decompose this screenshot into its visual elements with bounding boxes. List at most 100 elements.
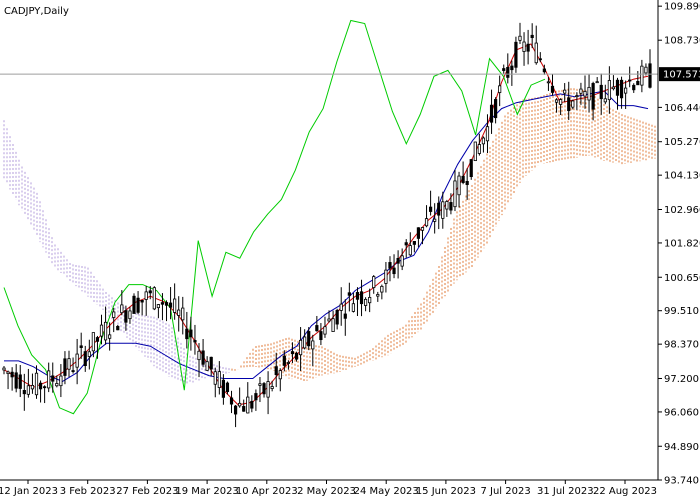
candle-body: [242, 406, 246, 412]
candle-body: [156, 304, 160, 309]
candle-body: [331, 318, 335, 332]
chart-background: [0, 0, 700, 500]
candle-body: [437, 202, 441, 216]
candle-body: [514, 41, 518, 68]
candle-body: [615, 79, 620, 96]
candle-body: [112, 311, 116, 318]
candle-body: [453, 180, 457, 208]
candle-body: [534, 42, 538, 64]
candle-body: [359, 291, 364, 305]
y-tick-label: 100.650: [664, 273, 700, 284]
candle-body: [477, 144, 481, 154]
candle-body: [587, 86, 591, 101]
candle-body: [140, 299, 144, 303]
candle-body: [579, 88, 583, 94]
candle-body: [400, 255, 404, 267]
candle-body: [55, 383, 59, 387]
candle-body: [229, 397, 234, 405]
y-tick-label: 101.820: [664, 238, 700, 249]
candle-body: [225, 382, 230, 393]
y-tick-label: 105.270: [664, 137, 700, 148]
candle-body: [294, 352, 299, 360]
candle-body: [583, 91, 587, 97]
candle-body: [408, 245, 412, 256]
candle-body: [571, 100, 575, 108]
y-tick-label: 108.730: [664, 36, 700, 47]
candle-body: [518, 35, 522, 41]
candle-body: [433, 218, 437, 222]
candle-body: [380, 285, 384, 293]
candle-body: [173, 298, 177, 313]
candle-body: [319, 331, 323, 341]
candle-body: [238, 402, 242, 407]
y-tick-label: 97.200: [664, 374, 699, 385]
candle-body: [315, 325, 319, 332]
candle-body: [246, 396, 250, 414]
x-tick-label: 3 Feb 2023: [60, 486, 116, 497]
candle-body: [575, 95, 579, 98]
candle-body: [136, 297, 140, 313]
candle-body: [189, 329, 193, 338]
candle-body: [429, 206, 433, 212]
candle-body: [489, 104, 494, 123]
candle-body: [124, 310, 128, 323]
candle-body: [567, 97, 571, 112]
y-tick-label: 99.510: [664, 306, 699, 317]
candle-body: [307, 331, 311, 347]
candle-body: [14, 372, 18, 389]
candle-body: [355, 292, 360, 300]
candle-body: [87, 351, 91, 357]
candle-body: [648, 63, 652, 88]
candle-body: [47, 370, 51, 389]
candle-body: [290, 351, 295, 355]
candle-body: [152, 287, 156, 310]
candle-body: [254, 393, 258, 401]
x-tick-label: 19 Mar 2023: [175, 486, 238, 497]
candle-body: [221, 379, 225, 398]
candle-body: [43, 386, 47, 389]
candle-body: [30, 385, 35, 390]
candle-body: [396, 257, 400, 264]
candle-body: [22, 390, 26, 395]
candle-body: [59, 375, 63, 387]
candle-body: [205, 361, 209, 371]
candle-body: [457, 175, 461, 196]
candle-body: [384, 269, 388, 284]
candle-body: [38, 382, 43, 390]
candle-body: [376, 294, 380, 297]
candle-body: [311, 340, 315, 350]
candle-body: [258, 383, 262, 386]
candle-body: [10, 371, 14, 378]
candle-body: [347, 292, 351, 296]
candle-body: [63, 358, 67, 376]
x-tick-label: 7 Jul 2023: [480, 486, 530, 497]
candle-body: [603, 98, 607, 103]
candle-body: [270, 386, 274, 389]
candle-body: [79, 345, 83, 348]
candle-body: [526, 43, 530, 52]
candle-body: [103, 321, 108, 341]
candle-body: [278, 370, 282, 380]
candle-body: [132, 295, 136, 314]
candle-body: [522, 41, 526, 52]
candle-body: [51, 375, 55, 382]
candle-body: [506, 67, 510, 78]
candle-body: [632, 84, 636, 91]
candle-body: [640, 65, 644, 86]
candle-body: [473, 141, 477, 162]
y-tick-label: 98.370: [664, 340, 699, 351]
candle-body: [298, 339, 303, 356]
candle-body: [644, 66, 648, 74]
candle-body: [449, 202, 453, 211]
candle-body: [481, 137, 486, 145]
candle-body: [441, 201, 445, 219]
candle-body: [611, 86, 616, 90]
candle-body: [595, 81, 599, 84]
candle-body: [75, 353, 79, 368]
candle-body: [372, 276, 376, 288]
candle-body: [420, 227, 425, 231]
candle-body: [303, 336, 307, 349]
candle-body: [286, 362, 291, 364]
candle-body: [392, 267, 396, 275]
candle-body: [416, 227, 421, 239]
